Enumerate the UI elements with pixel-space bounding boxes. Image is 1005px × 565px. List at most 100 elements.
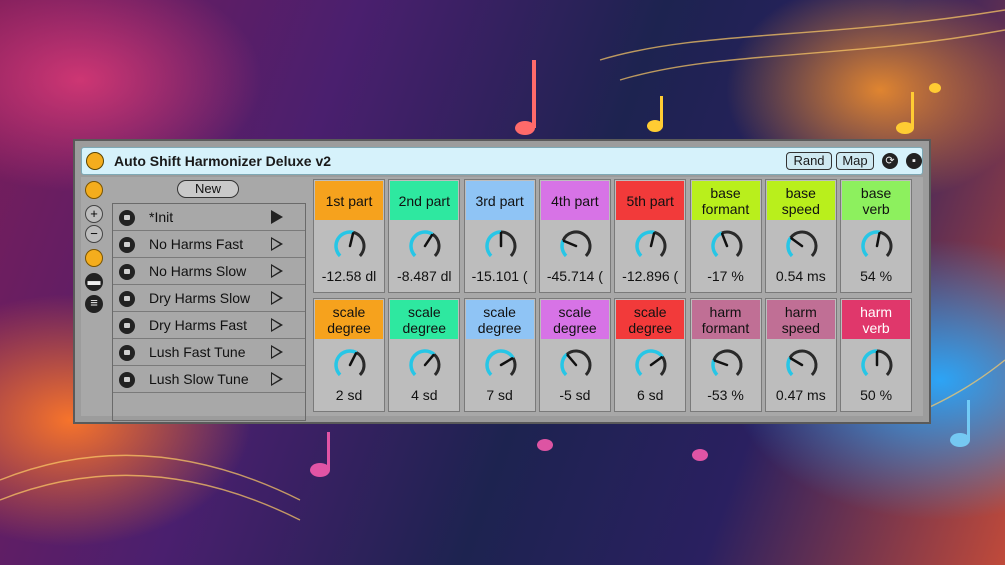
play-icon[interactable] (271, 372, 283, 386)
snapshot-camera-icon[interactable] (119, 210, 135, 226)
device-title-bar: Auto Shift Harmonizer Deluxe v2 Rand Map… (81, 147, 923, 175)
hot-swap-icon[interactable]: ⟳ (882, 153, 898, 169)
device-power-button[interactable] (86, 152, 104, 170)
preset-item[interactable]: Dry Harms Slow (113, 285, 305, 312)
preset-item[interactable]: Lush Fast Tune (113, 339, 305, 366)
camera-icon[interactable] (85, 249, 103, 267)
device-body: + − ▬ ≡ New *Init No Harms Fast No Harms S… (81, 177, 923, 421)
play-icon[interactable] (271, 237, 283, 251)
param-knob[interactable] (483, 228, 519, 264)
preset-name: Lush Slow Tune (149, 371, 249, 387)
param-knob[interactable] (633, 228, 669, 264)
param-knob[interactable] (784, 347, 820, 383)
music-note-icon (515, 60, 536, 135)
param-cell: 4th part -45.714 ( (538, 179, 611, 293)
plus-icon[interactable]: + (85, 205, 103, 223)
save-icon[interactable]: ▪ (906, 153, 922, 169)
param-label: 2nd part (390, 181, 459, 220)
preset-empty-row (113, 393, 305, 420)
new-preset-button[interactable]: New (177, 180, 239, 198)
list-icon[interactable]: ≡ (85, 295, 103, 313)
play-icon[interactable] (271, 210, 283, 224)
param-cell: scale degree 4 sd (388, 298, 461, 412)
param-label: harm speed (766, 300, 835, 339)
param-cell: scale degree 7 sd (463, 298, 536, 412)
preset-name: Dry Harms Slow (149, 290, 251, 306)
device-title: Auto Shift Harmonizer Deluxe v2 (114, 153, 332, 169)
snapshot-camera-icon[interactable] (119, 237, 135, 253)
param-value[interactable]: 0.54 ms (768, 268, 834, 284)
preset-item[interactable]: Dry Harms Fast (113, 312, 305, 339)
param-cell: 5th part -12.896 ( (614, 179, 687, 293)
param-value[interactable]: -53 % (693, 387, 759, 403)
param-value[interactable]: 4 sd (391, 387, 457, 403)
param-value[interactable]: -5 sd (542, 387, 608, 403)
param-cell: 3rd part -15.101 ( (463, 179, 536, 293)
snapshot-camera-icon[interactable] (119, 264, 135, 280)
preset-item[interactable]: No Harms Slow (113, 258, 305, 285)
preset-item[interactable]: *Init (113, 204, 305, 231)
param-value[interactable]: -15.101 ( (467, 268, 533, 284)
param-label: harm formant (691, 300, 760, 339)
param-knob[interactable] (633, 347, 669, 383)
param-knob[interactable] (332, 228, 368, 264)
param-knob[interactable] (332, 347, 368, 383)
side-toolbar: + − ▬ ≡ (81, 177, 107, 416)
param-knob[interactable] (859, 228, 895, 264)
param-knob[interactable] (709, 347, 745, 383)
param-value[interactable]: -8.487 dl (391, 268, 457, 284)
rand-button[interactable]: Rand (786, 152, 832, 170)
param-value[interactable]: -17 % (693, 268, 759, 284)
param-knob[interactable] (558, 347, 594, 383)
minus-icon[interactable]: − (85, 225, 103, 243)
snapshot-camera-icon[interactable] (119, 345, 135, 361)
param-knob[interactable] (859, 347, 895, 383)
preset-item[interactable]: No Harms Fast (113, 231, 305, 258)
play-icon[interactable] (271, 291, 283, 305)
param-knob[interactable] (784, 228, 820, 264)
param-value[interactable]: 2 sd (316, 387, 382, 403)
preset-name: Dry Harms Fast (149, 317, 247, 333)
preset-name: *Init (149, 209, 174, 225)
preset-name: Lush Fast Tune (149, 344, 246, 360)
preset-list: *Init No Harms Fast No Harms Slow Dry Harms… (112, 203, 306, 421)
param-value[interactable]: -12.896 ( (617, 268, 683, 284)
param-value[interactable]: -12.58 dl (316, 268, 382, 284)
param-value[interactable]: 50 % (843, 387, 909, 403)
param-label: 1st part (315, 181, 383, 220)
snapshot-camera-icon[interactable] (119, 291, 135, 307)
macro-indicator-icon[interactable] (85, 181, 103, 199)
preset-panel: New *Init No Harms Fast No Harms Slow Dry H… (109, 177, 307, 421)
param-value[interactable]: 6 sd (617, 387, 683, 403)
snapshot-camera-icon[interactable] (119, 318, 135, 334)
param-label: 5th part (616, 181, 685, 220)
param-label: base speed (766, 181, 835, 220)
param-knob[interactable] (407, 347, 443, 383)
map-button[interactable]: Map (836, 152, 874, 170)
preset-name: No Harms Fast (149, 236, 244, 252)
play-icon[interactable] (271, 318, 283, 332)
param-value[interactable]: -45.714 ( (542, 268, 608, 284)
param-value[interactable]: 0.47 ms (768, 387, 834, 403)
param-value[interactable]: 7 sd (467, 387, 533, 403)
param-label: scale degree (390, 300, 459, 339)
preset-item[interactable]: Lush Slow Tune (113, 366, 305, 393)
param-cell: base speed 0.54 ms (764, 179, 837, 293)
snapshot-camera-icon[interactable] (119, 372, 135, 388)
param-label: scale degree (540, 300, 609, 339)
param-cell: base formant -17 % (689, 179, 762, 293)
play-icon[interactable] (271, 345, 283, 359)
param-label: scale degree (315, 300, 383, 339)
param-knob[interactable] (407, 228, 443, 264)
param-knob[interactable] (558, 228, 594, 264)
param-knob[interactable] (483, 347, 519, 383)
play-icon[interactable] (271, 264, 283, 278)
param-cell: 2nd part -8.487 dl (388, 179, 461, 293)
param-label: base verb (842, 181, 911, 220)
param-label: harm verb (842, 300, 911, 339)
param-label: scale degree (616, 300, 685, 339)
preset-name: No Harms Slow (149, 263, 247, 279)
randomize-icon[interactable]: ▬ (85, 273, 103, 291)
param-value[interactable]: 54 % (843, 268, 909, 284)
param-knob[interactable] (709, 228, 745, 264)
